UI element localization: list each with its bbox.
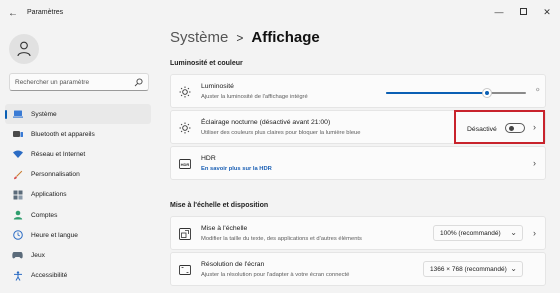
- sidebar-nav: Système Bluetooth et appareils Réseau et…: [5, 104, 151, 286]
- back-arrow-icon[interactable]: ←: [6, 7, 20, 21]
- gamepad-icon: [12, 250, 23, 261]
- chevron-down-icon: ⌄: [510, 228, 517, 237]
- brush-icon: [12, 169, 23, 180]
- svg-text:HDR: HDR: [181, 162, 190, 167]
- highlight-box: [454, 110, 545, 144]
- resolution-subtitle: Ajuster la résolution pour l'adapter à v…: [201, 272, 350, 278]
- sidebar-item-label: Comptes: [31, 211, 58, 219]
- sidebar-item-label: Heure et langue: [31, 231, 78, 239]
- sun-small-icon: ☼: [535, 87, 541, 93]
- sidebar-item-label: Système: [31, 110, 57, 118]
- section-title-scale: Mise à l'échelle et disposition: [170, 202, 269, 209]
- hdr-title: HDR: [201, 155, 216, 162]
- breadcrumb: Système > Affichage: [170, 29, 320, 46]
- sidebar-item-label: Applications: [31, 191, 67, 199]
- scale-title: Mise à l'échelle: [201, 225, 248, 232]
- search-input[interactable]: Rechercher un paramètre: [9, 73, 149, 91]
- globe-clock-icon: [12, 230, 23, 241]
- avatar[interactable]: [9, 34, 39, 64]
- resolution-icon: [179, 264, 191, 276]
- search-placeholder: Rechercher un paramètre: [15, 79, 90, 86]
- sidebar-item-label: Accessibilité: [31, 272, 68, 280]
- night-light-subtitle: Utiliser des couleurs plus claires pour …: [201, 130, 361, 136]
- chevron-right-icon: >: [236, 30, 244, 45]
- laptop-icon: [12, 109, 23, 120]
- close-icon[interactable]: ✕: [538, 5, 556, 19]
- scale-dropdown-value: 100% (recommandé): [440, 230, 501, 237]
- person-icon: [12, 210, 23, 221]
- chevron-right-icon[interactable]: ›: [533, 158, 536, 168]
- hdr-learn-more-link[interactable]: En savoir plus sur la HDR: [201, 166, 272, 172]
- title-bar: ← Paramètres — ✕: [0, 0, 560, 28]
- slider-fill: [386, 92, 487, 94]
- brightness-slider[interactable]: [386, 86, 526, 100]
- resolution-dropdown-value: 1366 × 768 (recommandé): [430, 266, 507, 273]
- scale-icon: [179, 228, 191, 240]
- night-light-title: Éclairage nocturne (désactivé avant 21:0…: [201, 119, 331, 126]
- sidebar-item-applications[interactable]: Applications: [5, 185, 151, 205]
- slider-thumb[interactable]: [482, 89, 491, 97]
- sidebar-item-jeux[interactable]: Jeux: [5, 245, 151, 265]
- sidebar-item-label: Bluetooth et appareils: [31, 130, 95, 138]
- section-title-luminosite: Luminosité et couleur: [170, 60, 243, 67]
- sidebar-item-comptes[interactable]: Comptes: [5, 205, 151, 225]
- breadcrumb-parent[interactable]: Système: [170, 29, 228, 46]
- sidebar-item-heure-langue[interactable]: Heure et langue: [5, 225, 151, 245]
- sidebar-item-systeme[interactable]: Système: [5, 104, 151, 125]
- sidebar-item-label: Personnalisation: [31, 171, 80, 179]
- sun-icon: [179, 86, 191, 98]
- sidebar-item-label: Réseau et Internet: [31, 150, 86, 158]
- scale-dropdown[interactable]: 100% (recommandé) ⌄: [433, 225, 523, 241]
- sidebar-item-bluetooth[interactable]: Bluetooth et appareils: [5, 124, 151, 144]
- scale-subtitle: Modifier la taille du texte, des applica…: [201, 236, 362, 242]
- sidebar-item-label: Jeux: [31, 251, 45, 259]
- resolution-title: Résolution de l'écran: [201, 261, 265, 268]
- sun-icon: [179, 122, 191, 134]
- sidebar-item-personnalisation[interactable]: Personnalisation: [5, 165, 151, 185]
- minimize-icon[interactable]: —: [490, 5, 508, 19]
- wifi-icon: [12, 149, 23, 160]
- search-icon[interactable]: [134, 78, 143, 87]
- resolution-dropdown[interactable]: 1366 × 768 (recommandé) ⌄: [423, 261, 523, 277]
- page-title: Affichage: [251, 29, 320, 46]
- maximize-icon[interactable]: [514, 5, 532, 19]
- scale-card[interactable]: Mise à l'échelle Modifier la taille du t…: [170, 216, 546, 250]
- window-title: Paramètres: [27, 9, 64, 16]
- hdr-icon: HDR: [179, 158, 191, 170]
- hdr-card[interactable]: HDR HDR En savoir plus sur la HDR ›: [170, 146, 546, 180]
- resolution-card: Résolution de l'écran Ajuster la résolut…: [170, 252, 546, 286]
- apps-icon: [12, 189, 23, 200]
- accessibility-icon: [12, 270, 23, 281]
- brightness-title: Luminosité: [201, 83, 234, 90]
- sidebar-item-reseau[interactable]: Réseau et Internet: [5, 144, 151, 164]
- bluetooth-icon: [12, 129, 23, 140]
- person-icon: [17, 41, 31, 57]
- brightness-subtitle: Ajuster la luminosité de l'affichage int…: [201, 94, 308, 100]
- chevron-down-icon: ⌄: [510, 264, 517, 273]
- chevron-right-icon[interactable]: ›: [533, 228, 536, 238]
- brightness-card: Luminosité Ajuster la luminosité de l'af…: [170, 74, 546, 108]
- sidebar-item-accessibilite[interactable]: Accessibilité: [5, 266, 151, 286]
